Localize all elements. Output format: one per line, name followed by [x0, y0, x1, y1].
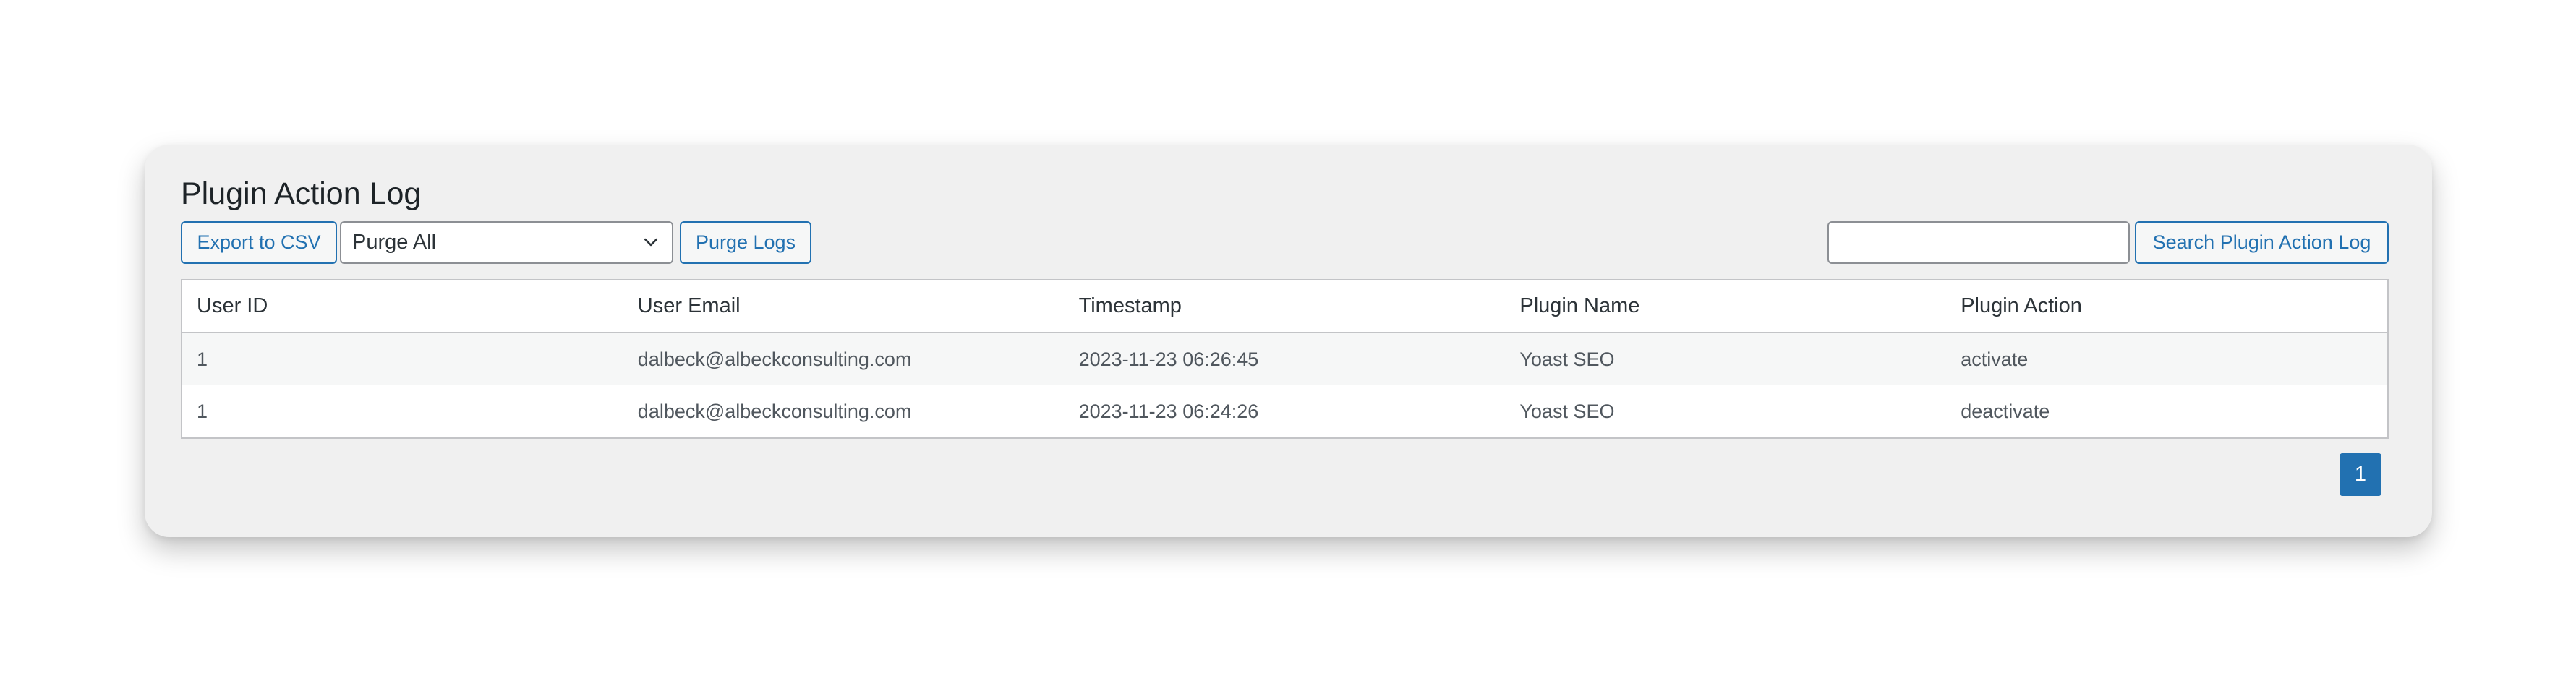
cell-timestamp: 2023-11-23 06:24:26: [1078, 400, 1259, 422]
search-input[interactable]: [1827, 221, 2130, 264]
cell-user-id: 1: [197, 348, 208, 370]
cell-plugin-name: Yoast SEO: [1519, 400, 1615, 422]
cell-user-email: dalbeck@albeckconsulting.com: [637, 400, 912, 422]
cell-plugin-action: activate: [1961, 348, 2029, 370]
search-button[interactable]: Search Plugin Action Log: [2135, 221, 2389, 264]
column-header-plugin-name[interactable]: Plugin Name: [1505, 280, 1946, 332]
table-row: 1 dalbeck@albeckconsulting.com 2023-11-2…: [182, 333, 2387, 385]
plugin-action-log-panel: Plugin Action Log Export to CSV Purge Al…: [145, 145, 2432, 537]
pagination-page-button[interactable]: 1: [2340, 453, 2381, 496]
cell-user-id: 1: [197, 400, 208, 422]
page-title: Plugin Action Log: [181, 176, 422, 211]
table-header: User ID User Email Timestamp Plugin Name…: [182, 280, 2387, 333]
log-table: User ID User Email Timestamp Plugin Name…: [181, 279, 2389, 439]
cell-plugin-name: Yoast SEO: [1519, 348, 1615, 370]
purge-logs-button[interactable]: Purge Logs: [680, 221, 811, 264]
cell-plugin-action: deactivate: [1961, 400, 2050, 422]
column-header-user-id[interactable]: User ID: [182, 280, 623, 332]
purge-select-value: Purge All: [352, 231, 437, 254]
export-csv-button[interactable]: Export to CSV: [181, 221, 337, 264]
column-header-timestamp[interactable]: Timestamp: [1065, 280, 1506, 332]
cell-timestamp: 2023-11-23 06:26:45: [1078, 348, 1259, 370]
column-header-user-email[interactable]: User Email: [623, 280, 1065, 332]
chevron-down-icon: [644, 238, 658, 247]
purge-select[interactable]: Purge All: [340, 221, 673, 264]
cell-user-email: dalbeck@albeckconsulting.com: [637, 348, 912, 370]
column-header-plugin-action[interactable]: Plugin Action: [1946, 280, 2387, 332]
table-row: 1 dalbeck@albeckconsulting.com 2023-11-2…: [182, 385, 2387, 437]
